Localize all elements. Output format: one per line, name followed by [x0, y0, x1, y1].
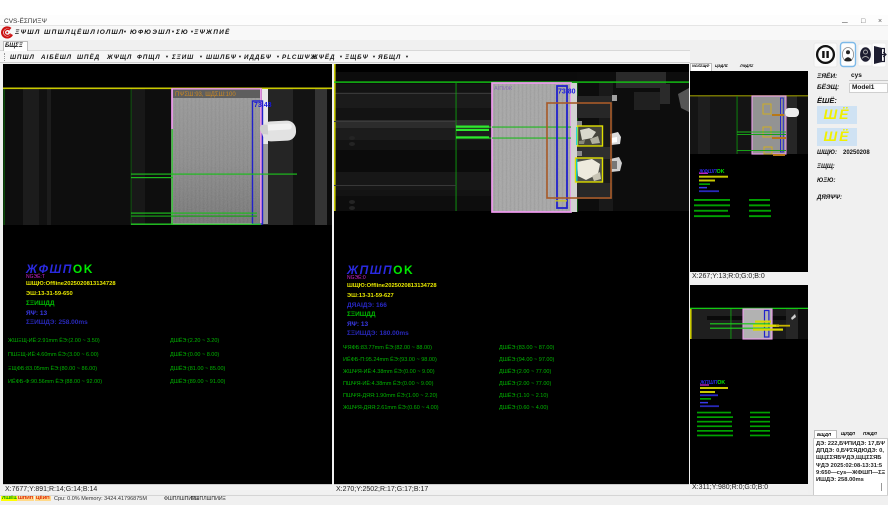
svg-text:AIПИЖ: AIПИЖ: [494, 86, 512, 92]
svg-text:ЖФШПOK: ЖФШПOK: [698, 169, 725, 175]
svg-text:73.80: 73.80: [558, 89, 576, 96]
svg-text:ПΨΣШ:93, ШДΣШ:100: ПΨΣШ:93, ШДΣШ:100: [175, 92, 236, 98]
svg-text:73.48: 73.48: [254, 102, 272, 109]
